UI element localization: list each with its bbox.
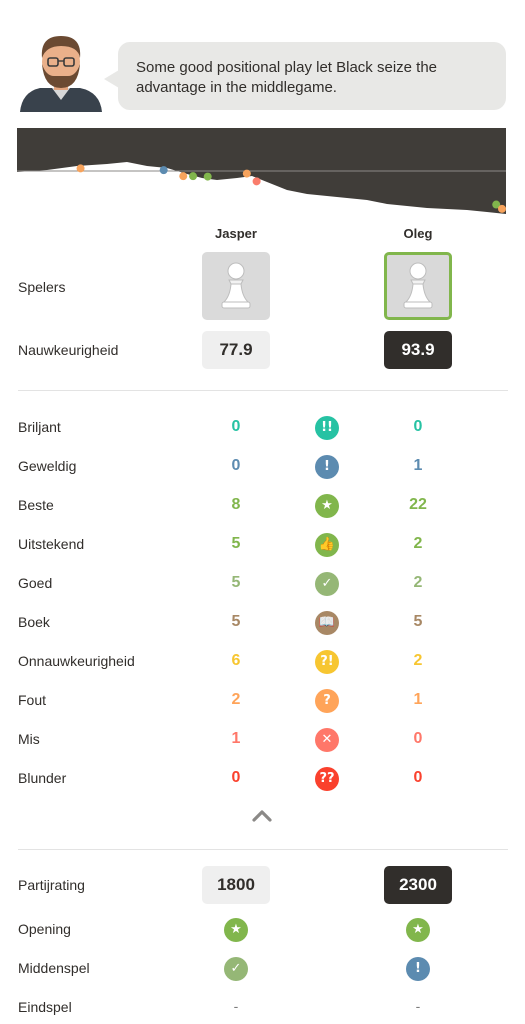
great-icon[interactable]: !: [406, 957, 430, 981]
black-count[interactable]: 1: [398, 457, 438, 475]
white-player-name[interactable]: Jasper: [215, 226, 257, 241]
classification-label: Briljant: [18, 419, 61, 435]
best-icon: ★: [315, 494, 339, 518]
divider: [18, 849, 508, 850]
best-icon[interactable]: ★: [406, 918, 430, 942]
coach-panel: Some good positional play let Black seiz…: [18, 28, 508, 112]
classification-row: Onnauwkeurigheid 6?! 2: [18, 650, 508, 674]
classification-row: Uitstekend 5 👍 2: [18, 533, 508, 557]
black-count[interactable]: 0: [398, 418, 438, 436]
classification-label: Onnauwkeurigheid: [18, 653, 135, 669]
classification-label: Geweldig: [18, 458, 77, 474]
accuracy-label: Nauwkeurigheid: [18, 342, 119, 358]
phase-row: Opening ★ ★: [18, 918, 508, 942]
graph-move-marker[interactable]: [498, 204, 506, 213]
graph-move-marker[interactable]: [203, 172, 212, 181]
miss-icon: ✕: [315, 728, 339, 752]
white-phase-empty: -: [233, 998, 239, 1014]
graph-move-marker[interactable]: [242, 169, 251, 178]
game-rating-row: Partijrating 1800 2300: [18, 866, 508, 904]
pawn-icon: [221, 262, 251, 309]
phase-label: Opening: [18, 921, 71, 937]
blunder-icon: ??: [315, 767, 339, 791]
classification-label: Fout: [18, 692, 47, 708]
classification-label: Blunder: [18, 770, 67, 786]
game-rating-label: Partijrating: [18, 877, 85, 893]
excellent-icon: 👍: [315, 533, 339, 557]
white-count[interactable]: 5: [216, 574, 256, 592]
white-count[interactable]: 1: [216, 730, 256, 748]
graph-move-marker[interactable]: [179, 172, 188, 181]
white-count[interactable]: 5: [216, 613, 256, 631]
graph-move-marker[interactable]: [159, 166, 168, 175]
white-count[interactable]: 8: [216, 496, 256, 514]
classification-row: Geweldig 0! 1: [18, 455, 508, 479]
white-count[interactable]: 5: [216, 535, 256, 553]
players-row: Spelers: [18, 252, 508, 322]
evaluation-graph[interactable]: [17, 128, 506, 214]
graph-move-marker[interactable]: [189, 172, 198, 181]
divider: [18, 390, 508, 391]
classification-label: Boek: [18, 614, 50, 630]
black-count[interactable]: 2: [398, 652, 438, 670]
black-count[interactable]: 22: [398, 496, 438, 514]
brilliant-icon: !!: [315, 416, 339, 440]
classification-row: Mis 1 ✕ 0: [18, 728, 508, 752]
black-count[interactable]: 0: [398, 769, 438, 787]
classification-label: Mis: [18, 731, 40, 747]
best-icon[interactable]: ★: [224, 918, 248, 942]
white-count[interactable]: 0: [216, 418, 256, 436]
graph-move-marker[interactable]: [252, 177, 261, 186]
accuracy-row: Nauwkeurigheid 77.9 93.9: [18, 331, 508, 369]
classification-row: Briljant 0!! 0: [18, 416, 508, 440]
black-player-avatar[interactable]: [384, 252, 452, 320]
coach-avatar: [18, 28, 104, 112]
good-icon: ✓: [315, 572, 339, 596]
good-icon[interactable]: ✓: [224, 957, 248, 981]
coach-message: Some good positional play let Black seiz…: [104, 42, 506, 110]
inaccuracy-icon: ?!: [315, 650, 339, 674]
great-icon: !: [315, 455, 339, 479]
classification-row: Boek 5 📖 5: [18, 611, 508, 635]
white-count[interactable]: 0: [216, 769, 256, 787]
classification-label: Goed: [18, 575, 53, 591]
phase-label: Middenspel: [18, 960, 90, 976]
classification-label: Uitstekend: [18, 536, 85, 552]
classification-label: Beste: [18, 497, 54, 513]
phase-label: Eindspel: [18, 999, 72, 1015]
players-label: Spelers: [18, 279, 66, 295]
white-accuracy: 77.9: [202, 331, 270, 369]
phase-row: Eindspel - -: [18, 996, 508, 1020]
player-names-row: Jasper Oleg: [18, 226, 508, 246]
white-count[interactable]: 2: [216, 691, 256, 709]
collapse-chevron-icon[interactable]: [251, 806, 273, 824]
black-accuracy: 93.9: [384, 331, 452, 369]
black-phase-empty: -: [415, 998, 421, 1014]
classification-row: Goed 5 ✓ 2: [18, 572, 508, 596]
black-count[interactable]: 2: [398, 535, 438, 553]
book-icon: 📖: [315, 611, 339, 635]
graph-move-marker[interactable]: [76, 164, 85, 173]
white-count[interactable]: 0: [216, 457, 256, 475]
black-player-name[interactable]: Oleg: [404, 226, 433, 241]
black-count[interactable]: 2: [398, 574, 438, 592]
classification-row: Beste 8 ★ 22: [18, 494, 508, 518]
white-count[interactable]: 6: [216, 652, 256, 670]
white-game-rating: 1800: [202, 866, 270, 904]
classification-row: Fout 2? 1: [18, 689, 508, 713]
black-count[interactable]: 1: [398, 691, 438, 709]
black-game-rating: 2300: [384, 866, 452, 904]
white-player-avatar[interactable]: [202, 252, 270, 320]
black-count[interactable]: 0: [398, 730, 438, 748]
phase-row: Middenspel ✓!: [18, 957, 508, 981]
pawn-icon: [403, 262, 433, 309]
black-count[interactable]: 5: [398, 613, 438, 631]
classification-row: Blunder 0?? 0: [18, 767, 508, 791]
mistake-icon: ?: [315, 689, 339, 713]
